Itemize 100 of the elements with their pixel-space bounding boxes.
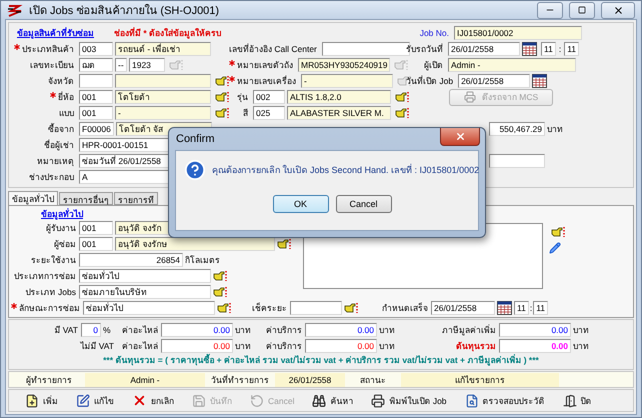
section-link[interactable]: ข้อมูลสินค้าที่รับซ่อม: [17, 26, 94, 40]
field-label: วันที่เปิด Job: [406, 74, 454, 88]
field-label: สี: [243, 107, 248, 120]
code-field[interactable]: 001: [79, 221, 113, 235]
name-field[interactable]: -: [115, 106, 211, 120]
unit-label: บาท: [573, 324, 589, 337]
section-link[interactable]: ข้อมูลทั่วไป: [41, 206, 83, 220]
toolbar-button[interactable]: ยกเลิก: [124, 390, 182, 410]
hour-field[interactable]: 11: [541, 42, 556, 56]
hour-field[interactable]: 11: [514, 301, 529, 315]
name-field[interactable]: อนุวัติ จงรักษ: [115, 237, 275, 251]
code-field[interactable]: 002: [253, 90, 285, 104]
field-label: มี VAT: [54, 324, 78, 337]
field-label: ลักษณะการซ่อม: [19, 302, 80, 315]
date-field[interactable]: 26/01/2558: [431, 301, 495, 315]
maximize-button[interactable]: [569, 2, 595, 18]
parts-cost-field[interactable]: 0.00: [161, 323, 233, 337]
minimize-button[interactable]: [537, 2, 563, 18]
code-field[interactable]: 001: [79, 90, 113, 104]
calendar-icon[interactable]: [522, 42, 537, 56]
toolbar-button[interactable]: ค้นหา: [304, 390, 362, 410]
code-field[interactable]: [79, 74, 113, 88]
plate-number-field[interactable]: 1923: [129, 58, 165, 72]
opener-field[interactable]: Admin -: [448, 58, 576, 72]
code-field[interactable]: 001: [79, 237, 113, 251]
vat-rate-field[interactable]: 0: [81, 323, 101, 337]
pointing-hand-icon[interactable]: [217, 302, 232, 314]
toolbar-button[interactable]: ปิด: [554, 390, 600, 410]
chassis-field[interactable]: MR053HY9305240919: [298, 58, 390, 72]
dialog-close-button[interactable]: [440, 128, 480, 146]
field-label: ค่าอะไหล่: [122, 340, 158, 353]
code-field[interactable]: 003: [79, 42, 113, 56]
pointing-hand-icon[interactable]: [395, 91, 410, 103]
unit-label: บาท: [235, 324, 252, 337]
code-field[interactable]: 025: [253, 106, 285, 120]
pointing-hand-icon[interactable]: [215, 91, 230, 103]
calendar-icon[interactable]: [532, 74, 548, 88]
toolbar-button[interactable]: ตรวจสอบประวัติ: [456, 390, 553, 410]
binoculars-icon: [312, 394, 326, 408]
repair-type-field[interactable]: ซ่อมทั่วไป: [79, 269, 211, 283]
toolbar-button[interactable]: พิมพ์ใบเปิด Job: [363, 390, 455, 410]
date-field[interactable]: 26/01/2558: [458, 74, 530, 88]
service-cost-field[interactable]: 0.00: [305, 323, 377, 337]
toolbar-button[interactable]: เพิ่ม: [17, 390, 66, 410]
printer-icon: [464, 91, 476, 103]
check-distance-field[interactable]: [290, 301, 342, 315]
minute-field[interactable]: 11: [564, 42, 580, 56]
name-field[interactable]: โตโยต้า: [115, 90, 211, 104]
mileage-field[interactable]: 26854: [79, 253, 183, 267]
text-field[interactable]: [489, 154, 545, 168]
parts-cost-field[interactable]: 0.00: [161, 339, 233, 353]
pointing-hand-icon[interactable]: [344, 302, 359, 314]
service-cost-field[interactable]: 0.00: [305, 339, 377, 353]
toolbar-button[interactable]: แก้ไข: [68, 390, 122, 410]
field-label: จังหวัด: [48, 75, 74, 88]
pointing-hand-icon[interactable]: [551, 226, 566, 238]
code-field[interactable]: 001: [79, 106, 113, 120]
calendar-icon[interactable]: [497, 301, 512, 315]
pointing-hand-icon[interactable]: [213, 270, 228, 282]
field-label: เช็คระยะ: [252, 302, 287, 315]
field-label: ค่าอะไหล่: [122, 324, 158, 337]
price-field[interactable]: 550,467.29: [489, 122, 545, 136]
time-separator: :: [530, 303, 532, 313]
separator-field[interactable]: --: [115, 58, 127, 72]
code-field[interactable]: F00006: [79, 122, 114, 136]
plate-prefix-field[interactable]: ฌด: [79, 58, 113, 72]
unit-label: กิโลเมตร: [185, 254, 220, 267]
field-label: รับรถวันที่: [406, 42, 443, 56]
status-value: Admin -: [85, 372, 205, 386]
name-field[interactable]: [115, 74, 211, 88]
minute-field[interactable]: 11: [533, 301, 548, 315]
field-label: เลขที่อ้างอิง Call Center: [229, 42, 317, 56]
unit-label: บาท: [379, 324, 396, 337]
date-field[interactable]: 26/01/2558: [448, 42, 520, 56]
name-field[interactable]: ALABASTER SILVER M.: [287, 106, 391, 120]
name-field[interactable]: ALTIS 1.8,2.0: [287, 90, 391, 104]
edit-icon: [76, 394, 90, 408]
tab[interactable]: รายการที: [114, 192, 158, 205]
tab[interactable]: ข้อมูลทั่วไป: [8, 191, 58, 205]
close-x-icon: [132, 393, 147, 408]
dialog-button[interactable]: OK: [272, 195, 328, 213]
field-label: ค่าบริการ: [266, 340, 302, 353]
close-button[interactable]: [601, 2, 635, 18]
required-note: ช่องที่มี * ต้องใส่ข้อมูลให้ครบ: [114, 26, 222, 40]
pointing-hand-icon[interactable]: [213, 286, 228, 298]
repair-nature-field[interactable]: ซ่อมทั่วไป: [83, 301, 215, 315]
pointing-hand-icon[interactable]: [395, 107, 410, 119]
field-label: ยี่ห้อ: [58, 90, 74, 104]
pointing-hand-icon[interactable]: [215, 75, 230, 87]
job-no-field[interactable]: IJ015801/0002: [454, 26, 582, 40]
pencil-icon[interactable]: [549, 242, 561, 254]
job-type-field[interactable]: ซ่อมภายในบริษัท: [79, 285, 211, 299]
name-field[interactable]: รถยนต์ - เพื่อเช่า: [115, 42, 211, 56]
pointing-hand-icon[interactable]: [277, 238, 292, 250]
status-value: 26/01/2558: [275, 372, 345, 386]
pointing-hand-icon[interactable]: [215, 107, 230, 119]
engine-field[interactable]: -: [301, 74, 393, 88]
total-field[interactable]: 0.00: [499, 323, 571, 337]
tab[interactable]: รายการอื่นๆ: [59, 192, 113, 205]
dialog-button[interactable]: Cancel: [336, 195, 392, 213]
